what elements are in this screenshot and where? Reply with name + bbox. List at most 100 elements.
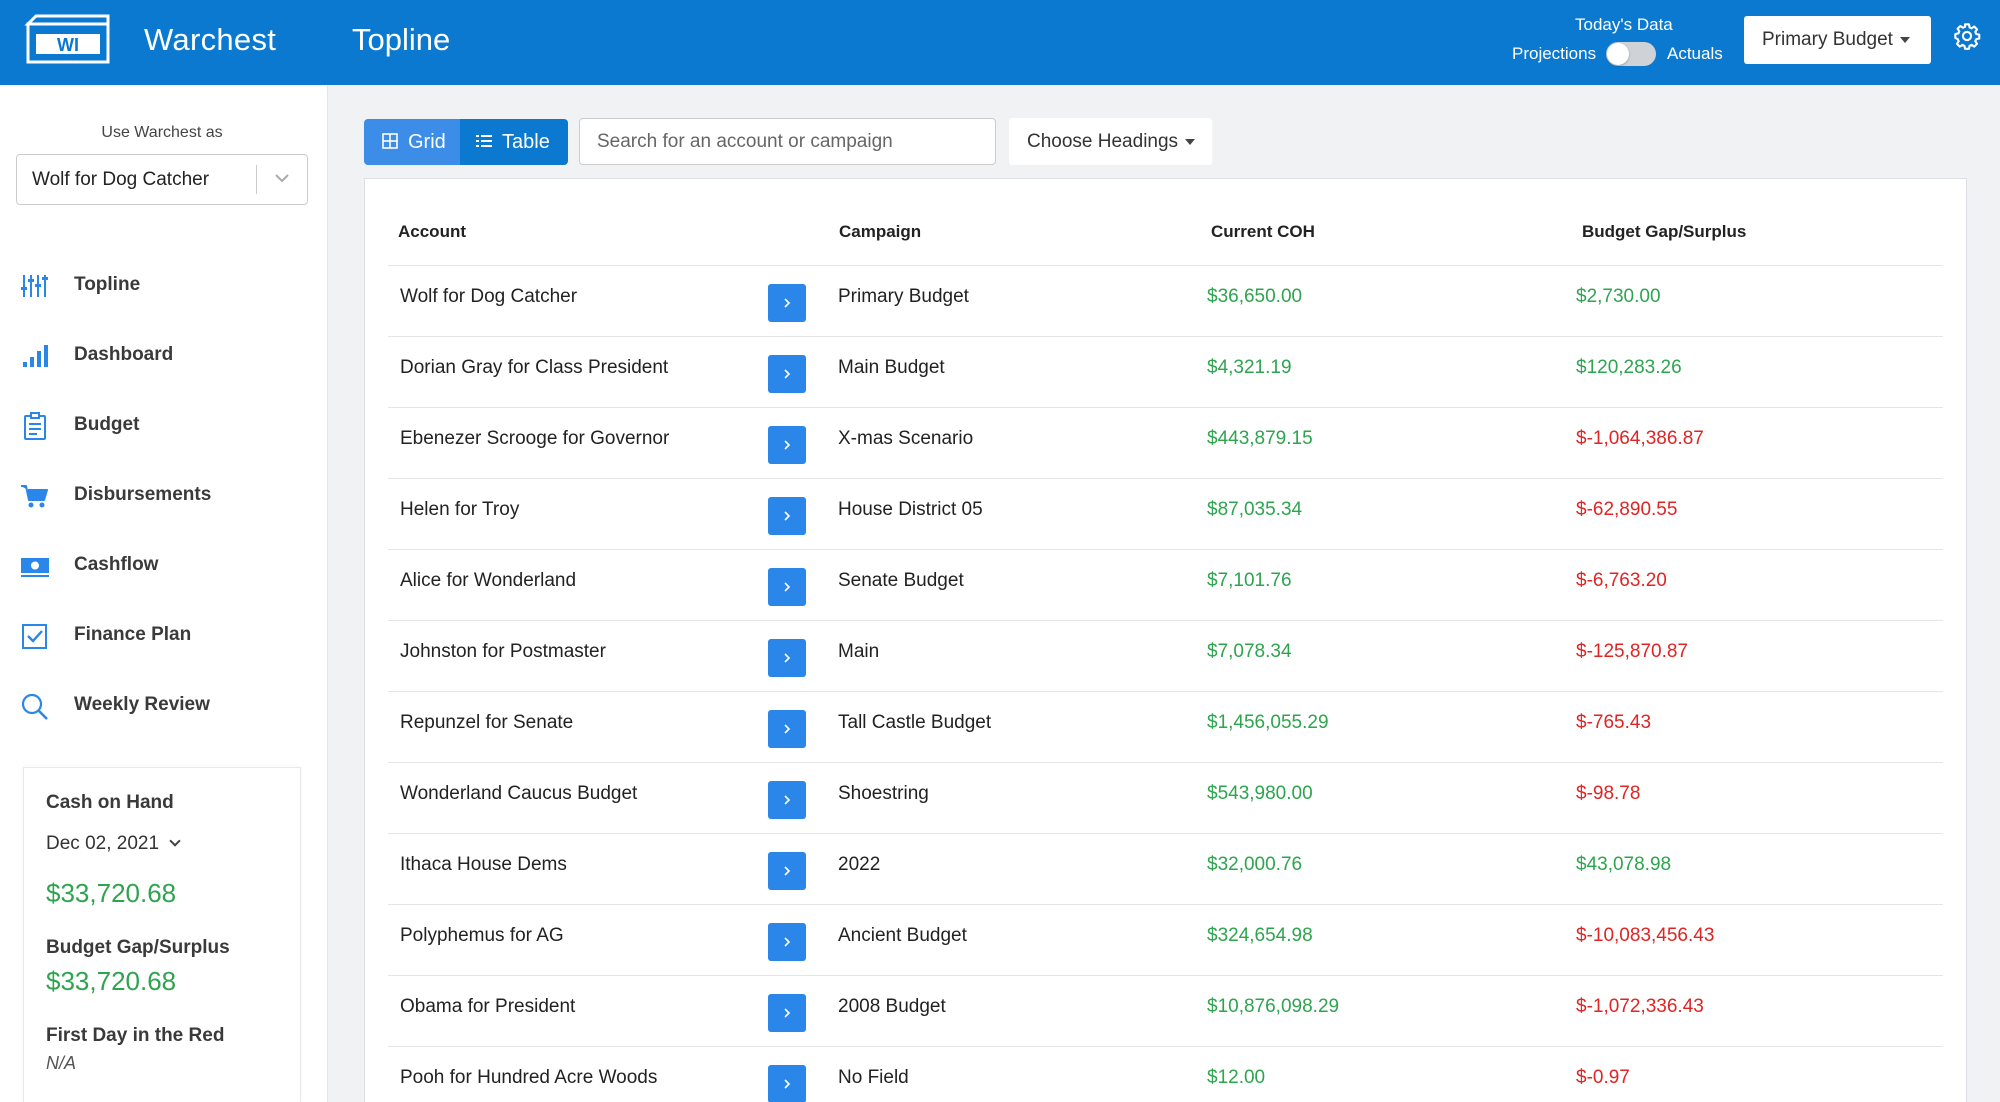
table-row[interactable]: Johnston for Postmaster Main $7,078.34 $-12… xyxy=(388,620,1943,691)
coh-cell: $1,456,055.29 xyxy=(1207,712,1329,733)
date-picker[interactable]: Dec 02, 2021 xyxy=(46,833,181,855)
date-value: Dec 02, 2021 xyxy=(46,833,160,854)
budget-gap-cell: $-10,083,456.43 xyxy=(1576,925,1715,946)
table-row[interactable]: Wolf for Dog Catcher Primary Budget $36,65… xyxy=(388,265,1943,336)
coh-cell: $324,654.98 xyxy=(1207,925,1313,946)
account-cell: Dorian Gray for Class President xyxy=(400,357,669,378)
campaign-cell: X-mas Scenario xyxy=(838,428,974,449)
column-header-campaign[interactable]: Campaign xyxy=(839,222,921,242)
chevron-down-icon xyxy=(275,174,289,183)
open-account-button[interactable] xyxy=(768,568,806,606)
open-account-button[interactable] xyxy=(768,426,806,464)
column-header-account[interactable]: Account xyxy=(398,222,466,242)
nav-label: Budget xyxy=(74,414,140,435)
coh-cell: $543,980.00 xyxy=(1207,783,1313,804)
account-cell: Ithaca House Dems xyxy=(400,854,567,875)
table-row[interactable]: Wonderland Caucus Budget Shoestring $543,9… xyxy=(388,762,1943,833)
open-account-button[interactable] xyxy=(768,781,806,819)
coh-cell: $443,879.15 xyxy=(1207,428,1313,449)
warchest-logo[interactable]: WI xyxy=(24,14,112,66)
open-account-button[interactable] xyxy=(768,710,806,748)
table-view-button[interactable]: Table xyxy=(460,119,568,165)
grid-icon xyxy=(382,132,398,149)
coh-cell: $36,650.00 xyxy=(1207,286,1303,307)
open-account-button[interactable] xyxy=(768,923,806,961)
table-row[interactable]: Repunzel for Senate Tall Castle Budget $1,… xyxy=(388,691,1943,762)
nav-label: Cashflow xyxy=(74,554,159,575)
open-account-button[interactable] xyxy=(768,639,806,677)
table-row[interactable]: Ebenezer Scrooge for Governor X-mas Scena… xyxy=(388,407,1943,478)
table-row[interactable]: Dorian Gray for Class President Main Budg… xyxy=(388,336,1943,407)
table-row[interactable]: Polyphemus for AG Ancient Budget $324,654.… xyxy=(388,904,1943,975)
nav-budget[interactable]: Budget xyxy=(0,400,326,450)
table-row[interactable]: Obama for President 2008 Budget $10,876,09… xyxy=(388,975,1943,1046)
search-input[interactable] xyxy=(579,118,996,165)
chevron-right-icon xyxy=(784,724,791,734)
campaign-cell: Primary Budget xyxy=(838,286,969,307)
budget-select[interactable]: Primary Budget xyxy=(1744,16,1931,64)
coh-cell: $4,321.19 xyxy=(1207,357,1292,378)
budget-gap-cell: $-6,763.20 xyxy=(1576,570,1667,591)
open-account-button[interactable] xyxy=(768,355,806,393)
chevron-right-icon xyxy=(784,653,791,663)
table-row[interactable]: Ithaca House Dems 2022 $32,000.76 $43,078.9… xyxy=(388,833,1943,904)
top-header: WI Warchest Topline Today's Data Project… xyxy=(0,0,2000,85)
choose-headings-button[interactable]: Choose Headings xyxy=(1009,118,1212,165)
column-header-budget-gap[interactable]: Budget Gap/Surplus xyxy=(1582,222,1746,242)
chevron-right-icon xyxy=(784,937,791,947)
brand-name: Warchest xyxy=(144,22,277,57)
open-account-button[interactable] xyxy=(768,284,806,322)
search-icon xyxy=(21,693,48,720)
grid-view-button[interactable]: Grid xyxy=(364,119,460,165)
open-account-button[interactable] xyxy=(768,1065,806,1102)
account-cell: Repunzel for Senate xyxy=(400,712,574,733)
table-row[interactable]: Pooh for Hundred Acre Woods No Field $12.0… xyxy=(388,1046,1943,1102)
coh-cell: $12.00 xyxy=(1207,1067,1266,1088)
nav-cashflow[interactable]: Cashflow xyxy=(0,540,326,590)
gear-icon[interactable] xyxy=(1953,22,1981,50)
table-row[interactable]: Alice for Wonderland Senate Budget $7,101.… xyxy=(388,549,1943,620)
account-cell: Wonderland Caucus Budget xyxy=(400,783,638,804)
budget-gap-cell: $-62,890.55 xyxy=(1576,499,1678,520)
nav-disbursements[interactable]: Disbursements xyxy=(0,470,326,520)
campaign-cell: 2008 Budget xyxy=(838,996,946,1017)
nav-dashboard[interactable]: Dashboard xyxy=(0,330,326,380)
account-cell: Alice for Wonderland xyxy=(400,570,577,591)
grid-label: Grid xyxy=(408,131,446,153)
budget-gap-label: Budget Gap/Surplus xyxy=(46,937,230,958)
page-title: Topline xyxy=(352,22,451,57)
chevron-right-icon xyxy=(784,440,791,450)
bar-chart-icon xyxy=(23,345,48,367)
open-account-button[interactable] xyxy=(768,852,806,890)
open-account-button[interactable] xyxy=(768,994,806,1032)
projections-actuals-toggle[interactable] xyxy=(1606,42,1656,66)
org-select-value: Wolf for Dog Catcher xyxy=(32,169,210,190)
budget-gap-cell: $-125,870.87 xyxy=(1576,641,1688,662)
budget-gap-cell: $-765.43 xyxy=(1576,712,1652,733)
chevron-right-icon xyxy=(784,582,791,592)
budget-gap-cell: $-98.78 xyxy=(1576,783,1641,804)
caret-down-icon xyxy=(1899,36,1910,43)
account-cell: Johnston for Postmaster xyxy=(400,641,606,662)
summary-card: Cash on Hand Dec 02, 2021 $33,720.68 Bud… xyxy=(23,767,301,1102)
campaign-cell: House District 05 xyxy=(838,499,983,520)
nav-finance-plan[interactable]: Finance Plan xyxy=(0,610,326,660)
table-row[interactable]: Helen for Troy House District 05 $87,035.3… xyxy=(388,478,1943,549)
budget-gap-cell: $43,078.98 xyxy=(1576,854,1672,875)
nav-topline[interactable]: Topline xyxy=(0,260,326,310)
org-select[interactable]: Wolf for Dog Catcher xyxy=(16,154,308,205)
actuals-label: Actuals xyxy=(1667,44,1723,63)
sliders-icon xyxy=(21,275,48,297)
nav-weekly-review[interactable]: Weekly Review xyxy=(0,680,326,730)
clipboard-icon xyxy=(24,412,46,440)
nav-label: Finance Plan xyxy=(74,624,192,645)
account-cell: Ebenezer Scrooge for Governor xyxy=(400,428,670,449)
column-header-current-coh[interactable]: Current COH xyxy=(1211,222,1315,242)
cash-on-hand-label: Cash on Hand xyxy=(46,792,174,813)
select-divider xyxy=(256,165,257,194)
budget-gap-cell: $120,283.26 xyxy=(1576,357,1682,378)
nav-label: Disbursements xyxy=(74,484,212,505)
coh-cell: $7,078.34 xyxy=(1207,641,1292,662)
budget-gap-cell: $-1,072,336.43 xyxy=(1576,996,1704,1017)
open-account-button[interactable] xyxy=(768,497,806,535)
